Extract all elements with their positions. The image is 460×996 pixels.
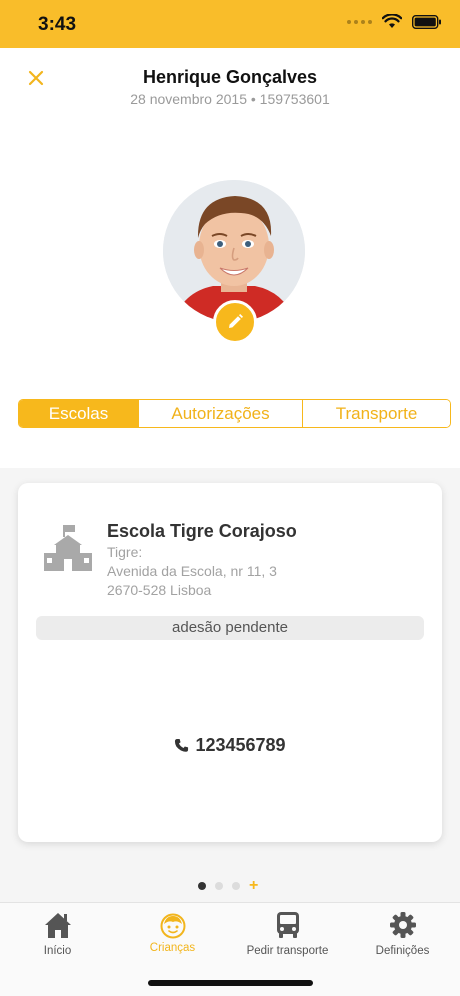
tabbar-label: Crianças xyxy=(149,942,196,954)
tab-transporte[interactable]: Transporte xyxy=(303,400,450,427)
tabbar-item-criancas[interactable]: Crianças xyxy=(115,911,230,954)
tabbar-label: Definições xyxy=(375,945,430,957)
tab-autorizacoes[interactable]: Autorizações xyxy=(139,400,303,427)
profile-avatar-wrap xyxy=(163,180,305,344)
school-icon xyxy=(44,525,92,571)
tabbar-label: Pedir transporte xyxy=(246,945,329,957)
page-dot[interactable] xyxy=(215,882,223,890)
page-indicator: + xyxy=(198,878,258,894)
header: Henrique Gonçalves 28 novembro 2015 • 15… xyxy=(0,48,460,118)
tab-escolas[interactable]: Escolas xyxy=(19,400,139,427)
child-face-icon xyxy=(160,913,185,939)
school-address-line: Tigre: xyxy=(107,544,143,560)
home-indicator xyxy=(148,980,313,986)
school-name: Escola Tigre Corajoso xyxy=(107,521,297,541)
status-time: 3:43 xyxy=(38,14,77,35)
bus-icon xyxy=(276,912,299,938)
wifi-icon xyxy=(382,14,402,28)
add-page-button[interactable]: + xyxy=(249,878,258,894)
segment-tabs: Escolas Autorizações Transporte xyxy=(18,399,451,428)
phone-icon xyxy=(175,738,189,752)
tabbar-item-pedir-transporte[interactable]: Pedir transporte xyxy=(230,911,345,957)
tabbar-item-inicio[interactable]: Início xyxy=(0,911,115,957)
status-badge: adesão pendente xyxy=(36,616,424,640)
phone-link[interactable]: 123456789 xyxy=(18,735,442,756)
page-dot[interactable] xyxy=(198,882,206,890)
pencil-icon xyxy=(229,314,243,328)
home-icon xyxy=(44,913,71,938)
page-title: Henrique Gonçalves xyxy=(142,67,318,87)
school-address-line: Avenida da Escola, nr 11, 3 xyxy=(107,563,277,579)
battery-icon xyxy=(412,14,441,29)
page-dot[interactable] xyxy=(232,882,240,890)
tabbar-item-definicoes[interactable]: Definições xyxy=(345,911,460,957)
tabbar-label: Início xyxy=(43,945,72,957)
school-card[interactable]: Escola Tigre Corajoso Tigre: Avenida da … xyxy=(18,483,442,842)
page-subtitle: 28 novembro 2015 • 159753601 xyxy=(130,91,330,107)
gear-icon xyxy=(389,912,416,938)
signal-icon xyxy=(347,19,372,24)
edit-photo-button[interactable] xyxy=(213,300,257,344)
phone-number: 123456789 xyxy=(195,735,286,755)
status-bar: 3:43 xyxy=(0,0,460,48)
school-address-line: 2670-528 Lisboa xyxy=(107,582,212,598)
status-icons xyxy=(347,14,442,29)
